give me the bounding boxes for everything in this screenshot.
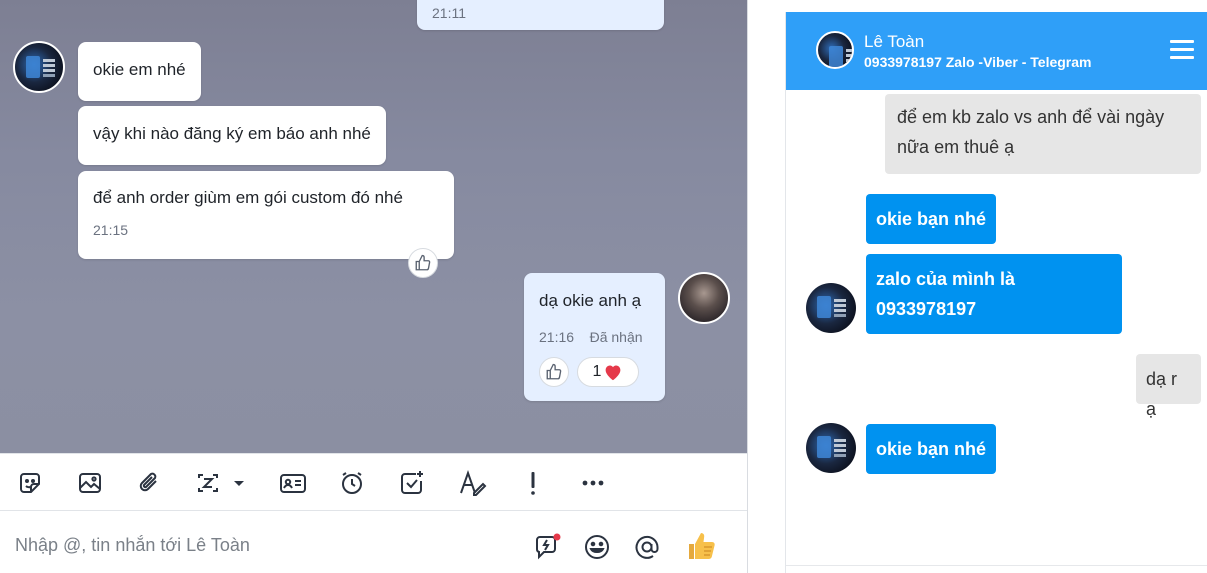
reminder-icon <box>342 472 362 494</box>
reminder-button[interactable] <box>336 467 368 499</box>
message-time: 21:11 <box>432 5 466 21</box>
contact-avatar[interactable] <box>13 41 65 93</box>
image-icon <box>79 473 101 493</box>
widget-header: Lê Toàn 0933978197 Zalo -Viber - Telegra… <box>786 12 1207 90</box>
widget-agent-avatar <box>806 283 856 333</box>
message-time: 21:16 <box>539 329 575 345</box>
widget-contact-subtitle: 0933978197 Zalo -Viber - Telegram <box>864 54 1092 70</box>
sticker-button[interactable] <box>14 467 46 499</box>
message-time: 21:15 <box>93 222 129 238</box>
mention-icon <box>635 535 659 559</box>
message-text: vậy khi nào đăng ký em báo anh nhé <box>93 124 371 143</box>
heart-icon <box>606 365 621 381</box>
thumbs-up-emoji-icon <box>689 533 715 559</box>
widget-message-incoming: okie bạn nhé <box>866 194 997 244</box>
format-text-button[interactable] <box>456 467 488 499</box>
attachment-icon <box>139 472 157 492</box>
message-bubble[interactable]: vậy khi nào đăng ký em báo anh nhé <box>78 106 386 165</box>
message-status: Đã nhận <box>589 329 643 345</box>
message-text: okie em nhé <box>93 60 186 79</box>
composer-toolbar <box>0 453 747 511</box>
screenshot-icon <box>198 474 244 492</box>
widget-message-incoming: okie bạn nhé <box>866 424 997 474</box>
more-icon <box>582 480 604 486</box>
widget-message-text: zalo của mình là 0933978197 <box>876 269 1016 319</box>
message-list[interactable]: 21:11 okie em nhé vậy khi nào đăng ký em… <box>0 0 747 453</box>
todo-icon <box>401 471 423 494</box>
widget-message-text: okie bạn nhé <box>876 439 987 459</box>
image-button[interactable] <box>74 467 106 499</box>
chat-window: 21:11 okie em nhé vậy khi nào đăng ký em… <box>0 0 748 573</box>
widget-message-text: okie bạn nhé <box>876 209 987 229</box>
my-avatar[interactable] <box>678 272 730 324</box>
widget-message-text: để em kb zalo vs anh để vài ngày nữa em … <box>897 107 1165 157</box>
emoji-icon <box>585 535 609 559</box>
exclamation-icon <box>531 472 535 495</box>
like-reaction-button[interactable] <box>539 357 569 387</box>
sticker-icon <box>20 473 40 493</box>
format-text-icon <box>460 469 487 496</box>
urgent-button[interactable] <box>517 467 549 499</box>
like-reaction-button[interactable] <box>408 248 438 278</box>
widget-agent-avatar <box>806 423 856 473</box>
thumbs-up-icon <box>546 363 562 380</box>
message-bubble[interactable]: để anh order giùm em gói custom đó nhé 2… <box>78 171 454 259</box>
contact-card-icon <box>280 474 306 493</box>
attachment-button[interactable] <box>134 467 166 499</box>
more-button[interactable] <box>577 467 609 499</box>
send-like-button[interactable] <box>684 529 718 563</box>
message-bubble-mine[interactable]: 21:11 <box>417 0 664 30</box>
contact-card-button[interactable] <box>277 467 309 499</box>
mention-button[interactable] <box>632 532 662 562</box>
reaction-count: 1 <box>592 363 602 380</box>
thumbs-up-icon <box>415 254 431 271</box>
message-text: để anh order giùm em gói custom đó nhé <box>93 188 403 207</box>
message-text: dạ okie anh ạ <box>539 291 642 310</box>
quick-message-button[interactable] <box>532 532 562 562</box>
chat-widget: Lê Toàn 0933978197 Zalo -Viber - Telegra… <box>785 12 1207 573</box>
message-meta: 21:16 Đã nhận <box>539 326 650 348</box>
message-input[interactable] <box>15 532 495 558</box>
widget-footer <box>786 565 1207 573</box>
reaction-summary[interactable]: 1 <box>577 357 639 387</box>
widget-contact-name: Lê Toàn <box>864 32 925 51</box>
screenshot-button[interactable] <box>194 467 252 499</box>
widget-message-text: dạ r ạ <box>1146 369 1178 419</box>
widget-avatar <box>816 31 854 69</box>
widget-message-outgoing: để em kb zalo vs anh để vài ngày nữa em … <box>885 94 1201 174</box>
quick-message-icon <box>536 533 561 560</box>
message-bubble[interactable]: okie em nhé <box>78 42 201 101</box>
composer <box>0 512 747 573</box>
widget-message-outgoing: dạ r ạ <box>1136 354 1201 419</box>
hamburger-menu-icon[interactable] <box>1170 40 1194 60</box>
widget-message-incoming: zalo của mình là 0933978197 <box>866 254 1122 334</box>
todo-button[interactable] <box>396 467 428 499</box>
emoji-button[interactable] <box>582 532 612 562</box>
